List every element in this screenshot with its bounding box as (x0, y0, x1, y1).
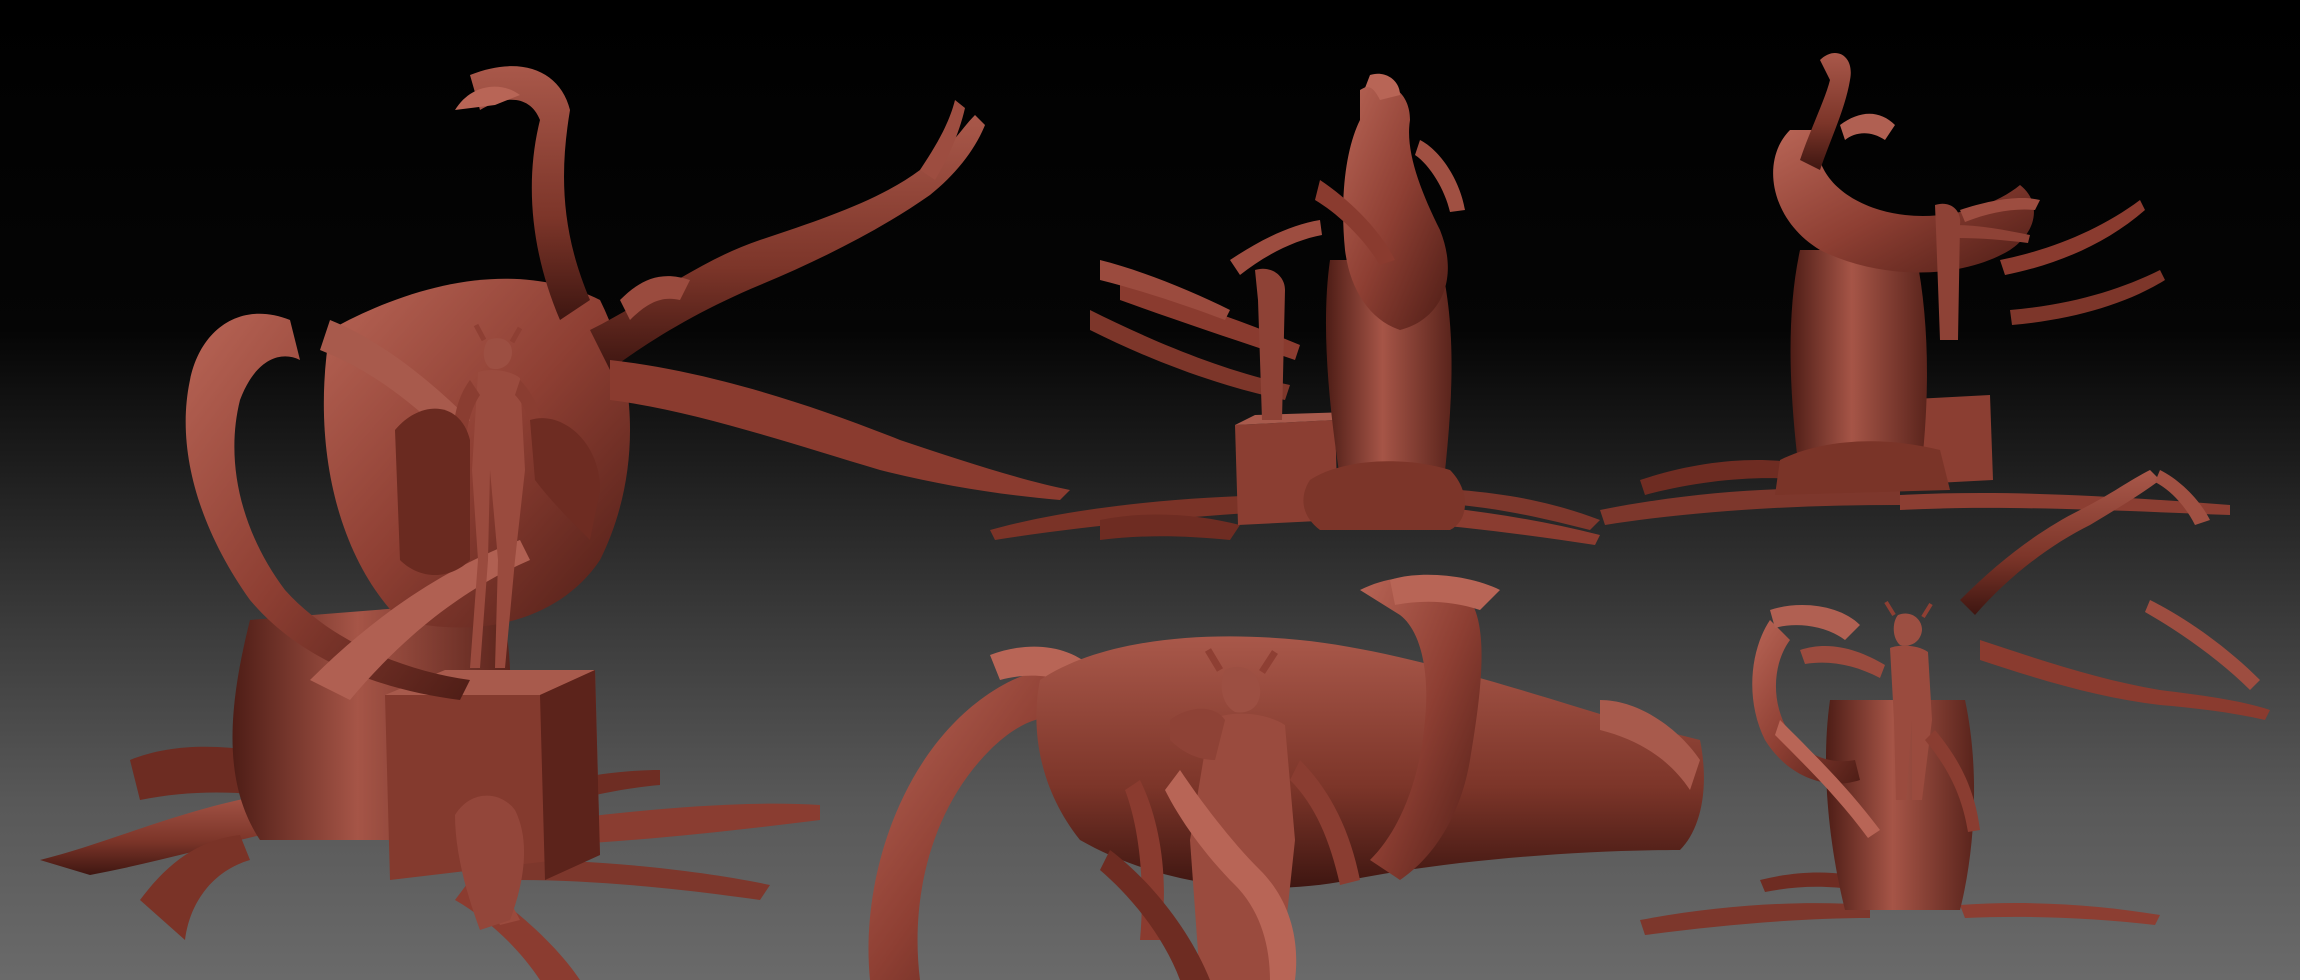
render-canvas (0, 0, 2300, 980)
view-back (1600, 52, 2230, 525)
view-closeup-front (868, 574, 1704, 980)
view-side (990, 73, 1600, 545)
sculpt-renders (40, 52, 2270, 980)
view-small-front (1640, 470, 2270, 935)
